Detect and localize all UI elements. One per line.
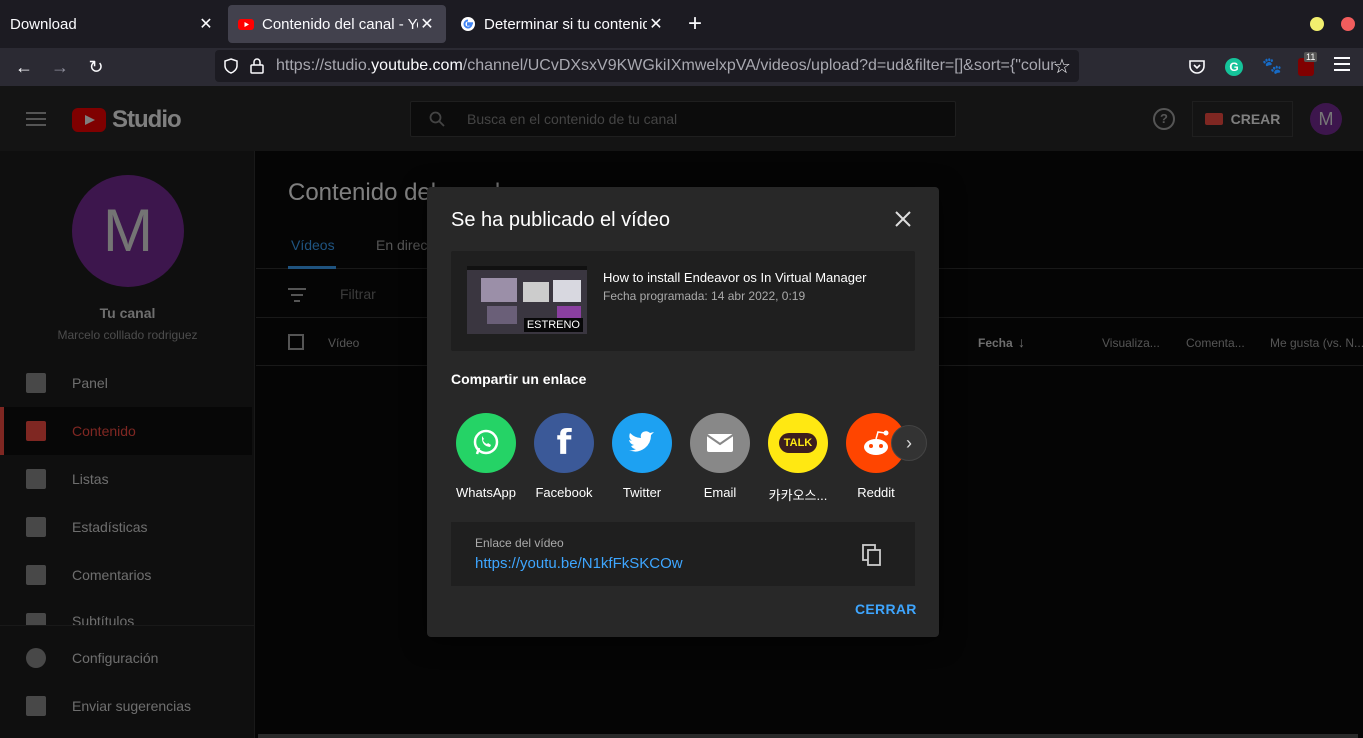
share-email-button[interactable]: Email <box>685 413 755 500</box>
browser-tab-bar: Download ✕ Contenido del canal - YouTube… <box>0 0 1363 48</box>
share-facebook-button[interactable]: f Facebook <box>529 413 599 500</box>
browser-tab-google[interactable]: Determinar si tu contenido es apto para … <box>450 5 675 43</box>
video-scheduled-date: Fecha programada: 14 abr 2022, 0:19 <box>603 289 806 303</box>
google-favicon-icon <box>461 17 475 31</box>
video-link[interactable]: https://youtu.be/N1kfFkSKCOw <box>475 555 683 572</box>
facebook-icon: f <box>534 413 594 473</box>
thumbnail-top-bar <box>467 266 587 270</box>
browser-tab-download[interactable]: Download ✕ <box>0 5 225 43</box>
email-icon <box>690 413 750 473</box>
video-thumbnail[interactable]: ESTRENO <box>467 266 587 334</box>
youtube-favicon-icon <box>238 19 254 30</box>
address-bar[interactable]: https://studio.youtube.com/channel/UCvDX… <box>215 50 1079 82</box>
chevron-right-icon[interactable]: › <box>891 425 927 461</box>
share-label: Email <box>703 485 737 500</box>
share-twitter-button[interactable]: Twitter <box>607 413 677 500</box>
share-whatsapp-button[interactable]: WhatsApp <box>451 413 521 500</box>
close-tab-icon[interactable]: ✕ <box>197 14 215 34</box>
video-card: ESTRENO How to install Endeavor os In Vi… <box>451 251 915 351</box>
studio-app: Studio Busca en el contenido de tu canal… <box>0 86 1363 738</box>
minimize-window-button[interactable] <box>1310 17 1324 31</box>
premiere-badge: ESTRENO <box>523 318 583 332</box>
video-published-dialog: Se ha publicado el vídeo ESTRENO How to … <box>427 187 939 637</box>
close-window-button[interactable] <box>1341 17 1355 31</box>
twitter-icon <box>612 413 672 473</box>
video-link-box: Enlace del vídeo https://youtu.be/N1kfFk… <box>451 522 915 586</box>
url-prefix: https://studio. <box>276 57 372 74</box>
pocket-icon[interactable] <box>1188 58 1206 76</box>
url-text[interactable]: https://studio.youtube.com/channel/UCvDX… <box>276 50 1056 82</box>
tab-label: Download <box>10 15 77 33</box>
thumbnail-window <box>523 282 549 302</box>
thumbnail-window <box>481 278 517 302</box>
share-kakaotalk-button[interactable]: TALK 카카오스... <box>763 413 833 504</box>
url-path: /channel/UCvDXsxV9KWGkiIXmwelxpVA/videos… <box>462 57 1056 74</box>
thumbnail-window <box>487 306 517 324</box>
copy-icon[interactable] <box>861 544 883 566</box>
whatsapp-icon <box>456 413 516 473</box>
close-icon[interactable] <box>893 209 913 229</box>
new-tab-icon[interactable]: + <box>683 10 707 38</box>
url-domain: youtube.com <box>371 57 463 74</box>
close-tab-icon[interactable]: ✕ <box>647 14 665 34</box>
thumbnail-window <box>553 280 581 302</box>
close-button[interactable]: CERRAR <box>855 601 917 617</box>
share-heading: Compartir un enlace <box>451 371 587 387</box>
menu-icon[interactable] <box>1334 57 1350 71</box>
tab-label: Determinar si tu contenido es apto para … <box>484 15 647 33</box>
bookmark-star-icon[interactable]: ☆ <box>1053 54 1071 79</box>
link-label: Enlace del vídeo <box>475 536 564 550</box>
extension-badge: 11 <box>1304 52 1318 62</box>
reload-icon[interactable]: ↻ <box>86 57 106 77</box>
browser-nav-bar: ← → ↻ https://studio.youtube.com/channel… <box>0 48 1363 86</box>
video-title[interactable]: How to install Endeavor os In Virtual Ma… <box>603 270 867 285</box>
share-label: Reddit <box>857 485 895 500</box>
kakaotalk-glyph: TALK <box>778 433 818 453</box>
close-tab-icon[interactable]: ✕ <box>418 14 436 34</box>
kakaotalk-icon: TALK <box>768 413 828 473</box>
thumbnail-window <box>557 306 581 318</box>
share-label: Twitter <box>622 485 662 500</box>
forward-arrow-icon[interactable]: → <box>50 57 70 77</box>
share-label: Facebook <box>535 485 593 500</box>
browser-tab-studio[interactable]: Contenido del canal - YouTube Studio ✕ <box>228 5 446 43</box>
share-label: 카카오스... <box>768 488 828 503</box>
grammarly-icon[interactable]: G <box>1225 58 1243 76</box>
lock-icon[interactable] <box>250 58 264 74</box>
tab-label: Contenido del canal - YouTube Studio <box>262 15 418 33</box>
dialog-title: Se ha publicado el vídeo <box>451 209 671 231</box>
shield-icon[interactable] <box>223 58 239 74</box>
share-label: WhatsApp <box>456 485 516 500</box>
extension-paw-icon[interactable]: 🐾 <box>1262 56 1282 76</box>
back-arrow-icon[interactable]: ← <box>14 57 34 77</box>
